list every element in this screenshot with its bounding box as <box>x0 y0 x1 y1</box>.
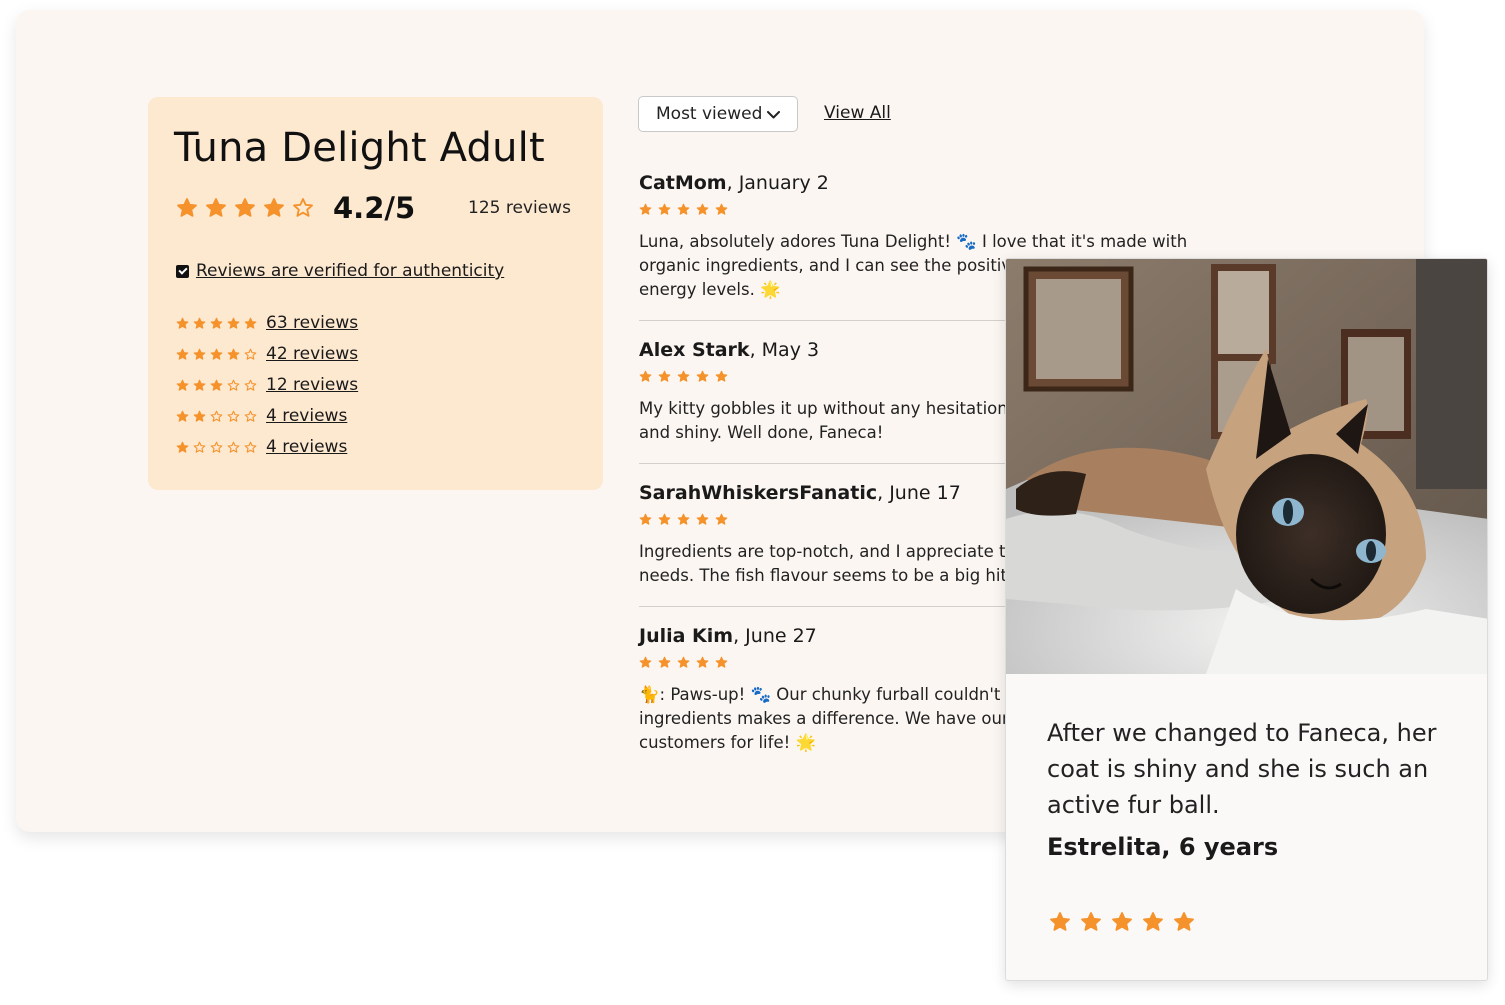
star-filled-icon <box>176 441 189 453</box>
verified-notice: Reviews are verified for authenticity <box>176 261 504 281</box>
sort-selected-value: Most viewed <box>656 104 763 124</box>
testimonial-quote: After we changed to Faneca, her coat is … <box>1047 719 1437 819</box>
breakdown-link-3[interactable]: 12 reviews <box>266 375 358 395</box>
total-review-count: 125 reviews <box>468 198 571 218</box>
star-outline-icon <box>210 410 223 422</box>
star-outline-icon <box>293 198 313 217</box>
rating-breakdown: 63 reviews 42 reviews 12 reviews 4 revie… <box>176 312 358 458</box>
chevron-down-icon <box>767 104 780 124</box>
star-filled-icon <box>677 656 690 668</box>
star-filled-icon <box>677 203 690 215</box>
star-filled-icon <box>658 656 671 668</box>
breakdown-stars-5 <box>176 317 257 330</box>
breakdown-stars-4 <box>176 348 257 361</box>
star-filled-icon <box>715 513 728 525</box>
star-filled-icon <box>696 513 709 525</box>
cat-photo <box>1006 259 1487 674</box>
breakdown-stars-1 <box>176 441 257 454</box>
review-header: CatMom, January 2 <box>639 172 1239 194</box>
star-filled-icon <box>1143 912 1163 931</box>
star-filled-icon <box>658 513 671 525</box>
product-title: Tuna Delight Adult <box>174 125 545 171</box>
review-date: , June 27 <box>733 625 817 647</box>
breakdown-link-4[interactable]: 42 reviews <box>266 344 358 364</box>
testimonial-card: After we changed to Faneca, her coat is … <box>1005 258 1488 981</box>
average-score: 4.2/5 <box>333 191 416 225</box>
star-outline-icon <box>227 410 240 422</box>
star-filled-icon <box>715 370 728 382</box>
star-outline-icon <box>210 441 223 453</box>
star-outline-icon <box>244 348 257 360</box>
star-filled-icon <box>227 348 240 360</box>
checkbox-checked-icon <box>176 264 189 278</box>
star-filled-icon <box>696 656 709 668</box>
view-all-link[interactable]: View All <box>824 103 891 123</box>
star-filled-icon <box>176 410 189 422</box>
review-date: , May 3 <box>749 339 820 361</box>
verified-link[interactable]: Reviews are verified for authenticity <box>196 261 504 281</box>
star-filled-icon <box>1174 912 1194 931</box>
star-outline-icon <box>244 441 257 453</box>
star-filled-icon <box>176 317 189 329</box>
star-filled-icon <box>715 656 728 668</box>
star-filled-icon <box>235 198 255 217</box>
sort-dropdown[interactable]: Most viewed <box>638 96 798 132</box>
star-outline-icon <box>227 379 240 391</box>
star-filled-icon <box>677 370 690 382</box>
star-filled-icon <box>658 203 671 215</box>
star-filled-icon <box>193 348 206 360</box>
star-filled-icon <box>193 410 206 422</box>
breakdown-link-2[interactable]: 4 reviews <box>266 406 347 426</box>
star-filled-icon <box>176 379 189 391</box>
star-filled-icon <box>1050 912 1070 931</box>
star-filled-icon <box>193 379 206 391</box>
star-filled-icon <box>1112 912 1132 931</box>
star-filled-icon <box>639 370 652 382</box>
star-filled-icon <box>264 198 284 217</box>
breakdown-stars-2 <box>176 410 257 423</box>
testimonial-author: Estrelita, 6 years <box>1047 833 1279 861</box>
average-rating-stars <box>176 197 314 219</box>
star-outline-icon <box>244 379 257 391</box>
review-date: , June 17 <box>877 482 961 504</box>
star-filled-icon <box>227 317 240 329</box>
breakdown-row-2: 4 reviews <box>176 405 358 427</box>
star-filled-icon <box>639 203 652 215</box>
review-author: CatMom <box>639 172 727 194</box>
star-filled-icon <box>210 348 223 360</box>
review-author: Alex Stark <box>639 339 750 361</box>
star-filled-icon <box>210 379 223 391</box>
star-filled-icon <box>677 513 690 525</box>
breakdown-row-5: 63 reviews <box>176 312 358 334</box>
star-filled-icon <box>244 317 257 329</box>
star-filled-icon <box>176 348 189 360</box>
star-filled-icon <box>1081 912 1101 931</box>
review-author: SarahWhiskersFanatic <box>639 482 878 504</box>
star-filled-icon <box>210 317 223 329</box>
star-filled-icon <box>696 203 709 215</box>
review-date: , January 2 <box>726 172 829 194</box>
star-outline-icon <box>193 441 206 453</box>
star-filled-icon <box>206 198 226 217</box>
star-filled-icon <box>658 370 671 382</box>
star-filled-icon <box>639 656 652 668</box>
star-filled-icon <box>696 370 709 382</box>
star-outline-icon <box>227 441 240 453</box>
breakdown-link-1[interactable]: 4 reviews <box>266 437 347 457</box>
testimonial-stars <box>1049 911 1195 933</box>
review-author: Julia Kim <box>639 625 734 647</box>
breakdown-row-4: 42 reviews <box>176 343 358 365</box>
breakdown-row-3: 12 reviews <box>176 374 358 396</box>
breakdown-stars-3 <box>176 379 257 392</box>
breakdown-row-1: 4 reviews <box>176 436 358 458</box>
star-outline-icon <box>244 410 257 422</box>
star-filled-icon <box>639 513 652 525</box>
star-filled-icon <box>177 198 197 217</box>
rating-summary-panel: Tuna Delight Adult 4.2/5 125 reviews Rev… <box>148 97 603 490</box>
star-filled-icon <box>193 317 206 329</box>
breakdown-link-5[interactable]: 63 reviews <box>266 313 358 333</box>
review-stars <box>639 203 1239 216</box>
star-filled-icon <box>715 203 728 215</box>
